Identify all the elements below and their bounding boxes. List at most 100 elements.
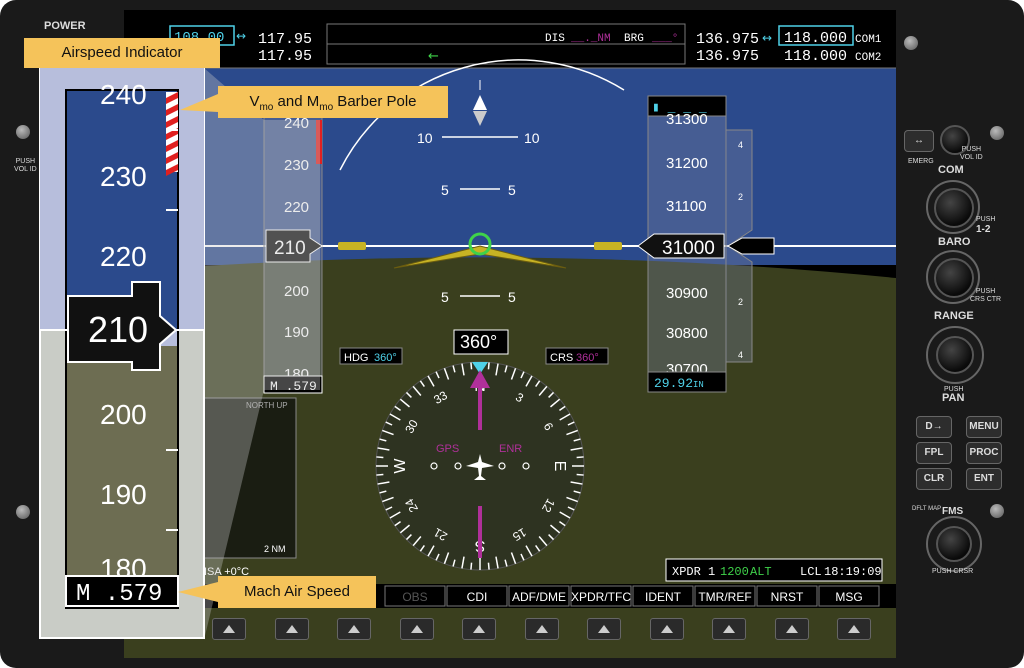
altitude-tick: 30900 — [666, 285, 708, 302]
triangle-up-icon — [410, 625, 423, 633]
softkey-label: IDENT — [645, 590, 682, 604]
baro-label: BARO — [938, 236, 971, 248]
callout-barber-pole: Vmo and Mmo Barber Pole — [218, 86, 448, 118]
clr-button[interactable]: CLR — [916, 468, 952, 490]
pitch-label: 5 — [441, 182, 449, 198]
triangle-up-icon — [723, 625, 735, 633]
fpl-button[interactable]: FPL — [916, 442, 952, 464]
triangle-up-icon — [348, 625, 360, 633]
screw-left-bottom — [16, 505, 30, 519]
pitch-label: 10 — [417, 130, 433, 146]
softkey-button[interactable] — [587, 618, 621, 640]
triangle-up-icon — [848, 625, 860, 633]
push-crs-ctr-label: PUSH CRS CTR — [970, 288, 1002, 303]
hdg-value: 360° — [374, 352, 397, 364]
screw-left-top — [16, 125, 30, 139]
pitch-label: 10 — [524, 130, 540, 146]
vsi-tick: 4 — [738, 350, 743, 360]
com1-standby: 136.975 — [696, 31, 759, 48]
brg-label: BRG — [624, 33, 644, 45]
map-range: 2 NM — [264, 544, 286, 554]
com2-label: COM2 — [855, 52, 881, 64]
menu-button[interactable]: MENU — [966, 416, 1002, 438]
softkey-button[interactable] — [337, 618, 371, 640]
softkey-button[interactable] — [274, 618, 309, 640]
screw-right-bottom — [990, 504, 1004, 518]
range-knob[interactable] — [936, 336, 974, 374]
softkey-label: OBS — [402, 590, 427, 604]
xpdr-mode: ALT — [750, 565, 772, 579]
enr-label: ENR — [499, 443, 522, 455]
screw-right-mid — [990, 126, 1004, 140]
pitch-label: 5 — [508, 182, 516, 198]
softkey-label: TMR/REF — [698, 590, 751, 604]
com-knob[interactable] — [934, 188, 974, 228]
range-label: RANGE — [934, 310, 974, 322]
swap-arrow-com-icon: ↔ — [762, 31, 772, 45]
altitude-tick: 31100 — [666, 198, 707, 215]
softkey-button[interactable] — [524, 618, 559, 640]
softkey-button[interactable] — [649, 618, 684, 640]
vsi-tick: 2 — [738, 297, 743, 307]
gps-label: GPS — [436, 443, 459, 455]
altitude-tick: 31200 — [666, 155, 708, 172]
dis-label: DIS — [545, 33, 565, 45]
compass-label: W — [392, 458, 409, 474]
softkey-button[interactable] — [774, 618, 809, 640]
softkey-button[interactable] — [462, 618, 496, 640]
softkey-label: MSG — [835, 590, 862, 604]
altitude-tick: 31300 — [666, 111, 708, 128]
inset-map — [203, 397, 297, 559]
power-label: POWER — [44, 20, 86, 32]
direct-to-button[interactable]: D→ — [916, 416, 952, 438]
ent-button[interactable]: ENT — [966, 468, 1002, 490]
triangle-up-icon — [660, 625, 673, 633]
nav2-standby: 117.95 — [258, 48, 312, 65]
altitude-current: 31000 — [662, 238, 715, 259]
softkey-button[interactable] — [712, 618, 746, 640]
com-label: COM — [938, 164, 964, 176]
swap-button[interactable]: ↔ — [904, 130, 934, 152]
com2-active: 118.000 — [784, 48, 847, 65]
softkey-button[interactable] — [212, 618, 246, 640]
lcl-label: LCL — [800, 565, 822, 579]
pan-label: PAN — [942, 392, 965, 404]
baro-knob[interactable] — [934, 258, 974, 298]
softkey-button[interactable] — [399, 618, 434, 640]
softkey-label: ADF/DME — [512, 590, 566, 604]
softkey-label: XPDR/TFC — [571, 590, 631, 604]
fms-knob[interactable] — [936, 526, 972, 562]
map-orientation: NORTH UP — [246, 401, 288, 410]
hdg-label: HDG — [344, 352, 368, 364]
dis-value: __._NM — [570, 33, 611, 45]
arrow-left-icon: ← — [428, 49, 439, 64]
altitude-tick: 30800 — [666, 325, 708, 342]
brg-value: ___° — [651, 33, 678, 45]
xpdr-label: XPDR 1 — [672, 565, 715, 579]
emerg-label: EMERG — [908, 158, 934, 165]
softkey-label: NRST — [771, 590, 804, 604]
local-time: 18:19:09 — [824, 565, 882, 579]
screw-right-top — [904, 36, 918, 50]
vsi-tick: 2 — [738, 192, 743, 202]
mach-small: M .579 — [270, 379, 317, 394]
airspeed-tick: 190 — [284, 324, 309, 341]
triangle-up-icon — [223, 625, 235, 633]
airspeed-current: 210 — [274, 238, 306, 259]
heading-readout: 360° — [460, 332, 497, 352]
softkey-button[interactable] — [837, 618, 871, 640]
airspeed-tick: 200 — [284, 283, 309, 300]
triangle-up-icon — [535, 625, 548, 633]
proc-button[interactable]: PROC — [966, 442, 1002, 464]
com2-standby: 136.975 — [696, 48, 759, 65]
callout-mach-air-speed: Mach Air Speed — [218, 576, 376, 608]
vsi-tick: 4 — [738, 140, 743, 150]
crs-value: 360° — [576, 352, 599, 364]
push-1-2-label: PUSH — [976, 216, 996, 223]
push-vol-id-right: PUSH VOL ID — [960, 146, 983, 161]
crs-label: CRS — [550, 352, 573, 364]
nav1-standby: 117.95 — [258, 31, 312, 48]
push-crsr-label: PUSH CRSR — [932, 568, 974, 575]
com1-active: 118.000 — [784, 30, 847, 47]
com1-label: COM1 — [855, 34, 882, 46]
